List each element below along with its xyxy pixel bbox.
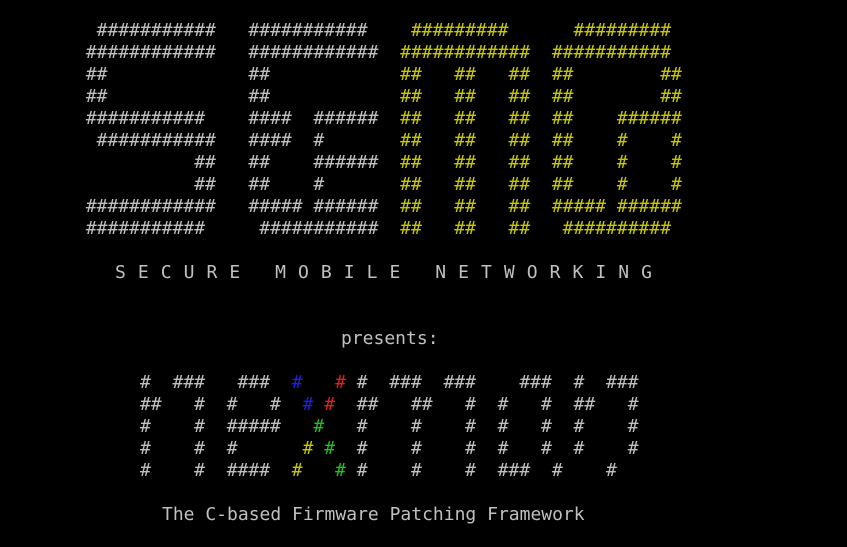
- ascii-segment: #########: [551, 20, 693, 41]
- ascii-segment: #: [324, 394, 336, 415]
- logo-row: ## ## ## ## ## ## ##: [75, 86, 682, 108]
- ascii-segment: ##: [75, 152, 238, 173]
- logo-row: ## ## ###### ## ## ## ## # #: [75, 152, 682, 174]
- presents-label: presents:: [341, 328, 439, 349]
- ascii-segment: ## # #: [541, 130, 682, 151]
- ascii-segment: ############: [75, 196, 238, 217]
- ascii-segment: #: [302, 394, 314, 415]
- ascii-segment: #: [335, 460, 346, 481]
- ascii-segment: ###########: [541, 42, 672, 63]
- ascii-segment: ###########: [75, 108, 238, 129]
- ascii-segment: # # # ### # #: [345, 460, 617, 481]
- ascii-segment: ## # #: [541, 152, 682, 173]
- ascii-segment: ###########: [75, 130, 238, 151]
- ascii-segment: [313, 438, 324, 459]
- ascii-segment: ## ## ##: [389, 218, 541, 239]
- ascii-segment: ##: [75, 174, 238, 195]
- logo-row: ########### ########### ######### ######…: [75, 20, 693, 42]
- ascii-segment: ###########: [75, 20, 238, 41]
- ascii-segment: # # # # # # #: [335, 438, 639, 459]
- ascii-segment: # # #: [140, 438, 303, 459]
- logo-row: ########### ########### ## ## ## #######…: [75, 218, 671, 240]
- ascii-segment: #: [313, 416, 325, 437]
- ascii-segment: ## ######: [237, 152, 390, 173]
- ascii-segment: #########: [389, 20, 552, 41]
- ascii-segment: ## ## ##: [389, 196, 541, 217]
- ascii-segment: ############: [75, 42, 238, 63]
- logo-row: ########### #### # ## ## ## ## # #: [75, 130, 682, 152]
- ascii-segment: # # # # # # #: [324, 416, 639, 437]
- terminal-window: ########### ########### ######### ######…: [0, 0, 847, 547]
- nexmon-row: # ### ### # # # ### ### ### # ###: [140, 372, 639, 394]
- ascii-segment: ###########: [237, 20, 390, 41]
- ascii-segment: ## # # #: [140, 394, 303, 415]
- ascii-segment: #: [291, 460, 303, 481]
- ascii-segment: ############: [389, 42, 541, 63]
- ascii-segment: ## ##: [541, 86, 682, 107]
- ascii-segment: #### ######: [237, 108, 390, 129]
- ascii-segment: ##########: [541, 218, 672, 239]
- ascii-segment: ##### ######: [541, 196, 682, 217]
- logo-row: ############ ##### ###### ## ## ## #####…: [75, 196, 682, 218]
- ascii-segment: # # #####: [140, 416, 314, 437]
- tagline: S E C U R E M O B I L E N E T W O R K I …: [115, 262, 653, 283]
- ascii-segment: #: [335, 372, 346, 393]
- nexmon-row: # # # # # # # # # # # #: [140, 438, 639, 460]
- ascii-segment: ## # #: [541, 174, 682, 195]
- ascii-segment: # # ####: [140, 460, 292, 481]
- framework-subtitle: The C-based Firmware Patching Framework: [162, 504, 585, 525]
- logo-row: ## ## # ## ## ## ## # #: [75, 174, 682, 196]
- ascii-segment: #: [324, 438, 336, 459]
- ascii-segment: ##: [237, 86, 390, 107]
- ascii-segment: # ### ###: [140, 372, 292, 393]
- ascii-segment: ##: [75, 86, 238, 107]
- ascii-segment: # ### ### ### # ###: [345, 372, 639, 393]
- ascii-segment: ############: [237, 42, 390, 63]
- ascii-segment: ## ## ##: [389, 174, 541, 195]
- ascii-segment: ## ## # # # ## #: [335, 394, 639, 415]
- ascii-segment: ## ## ##: [389, 130, 541, 151]
- ascii-segment: ## ## ##: [389, 86, 541, 107]
- ascii-segment: #: [291, 372, 303, 393]
- logo-row: ########### #### ###### ## ## ## ## ####…: [75, 108, 682, 130]
- ascii-segment: ##### ######: [237, 196, 390, 217]
- ascii-segment: [313, 394, 324, 415]
- ascii-segment: ## ## ##: [389, 64, 541, 85]
- ascii-segment: [303, 460, 336, 481]
- logo-row: ############ ############ ############ #…: [75, 42, 671, 64]
- ascii-segment: ###########: [237, 218, 390, 239]
- ascii-segment: #: [302, 438, 314, 459]
- ascii-segment: ## ######: [541, 108, 682, 129]
- ascii-segment: ## ##: [541, 64, 682, 85]
- logo-row: ## ## ## ## ## ## ##: [75, 64, 682, 86]
- ascii-segment: #### #: [237, 130, 390, 151]
- ascii-segment: ## #: [237, 174, 390, 195]
- ascii-segment: [303, 372, 336, 393]
- ascii-segment: ## ## ##: [389, 108, 541, 129]
- nexmon-row: # # #### # # # # # ### # #: [140, 460, 617, 482]
- nexmon-row: ## # # # # # ## ## # # # ## #: [140, 394, 639, 416]
- ascii-segment: ## ## ##: [389, 152, 541, 173]
- nexmon-row: # # ##### # # # # # # # #: [140, 416, 639, 438]
- ascii-segment: ##: [237, 64, 390, 85]
- ascii-segment: ##: [75, 64, 238, 85]
- ascii-segment: ###########: [75, 218, 238, 239]
